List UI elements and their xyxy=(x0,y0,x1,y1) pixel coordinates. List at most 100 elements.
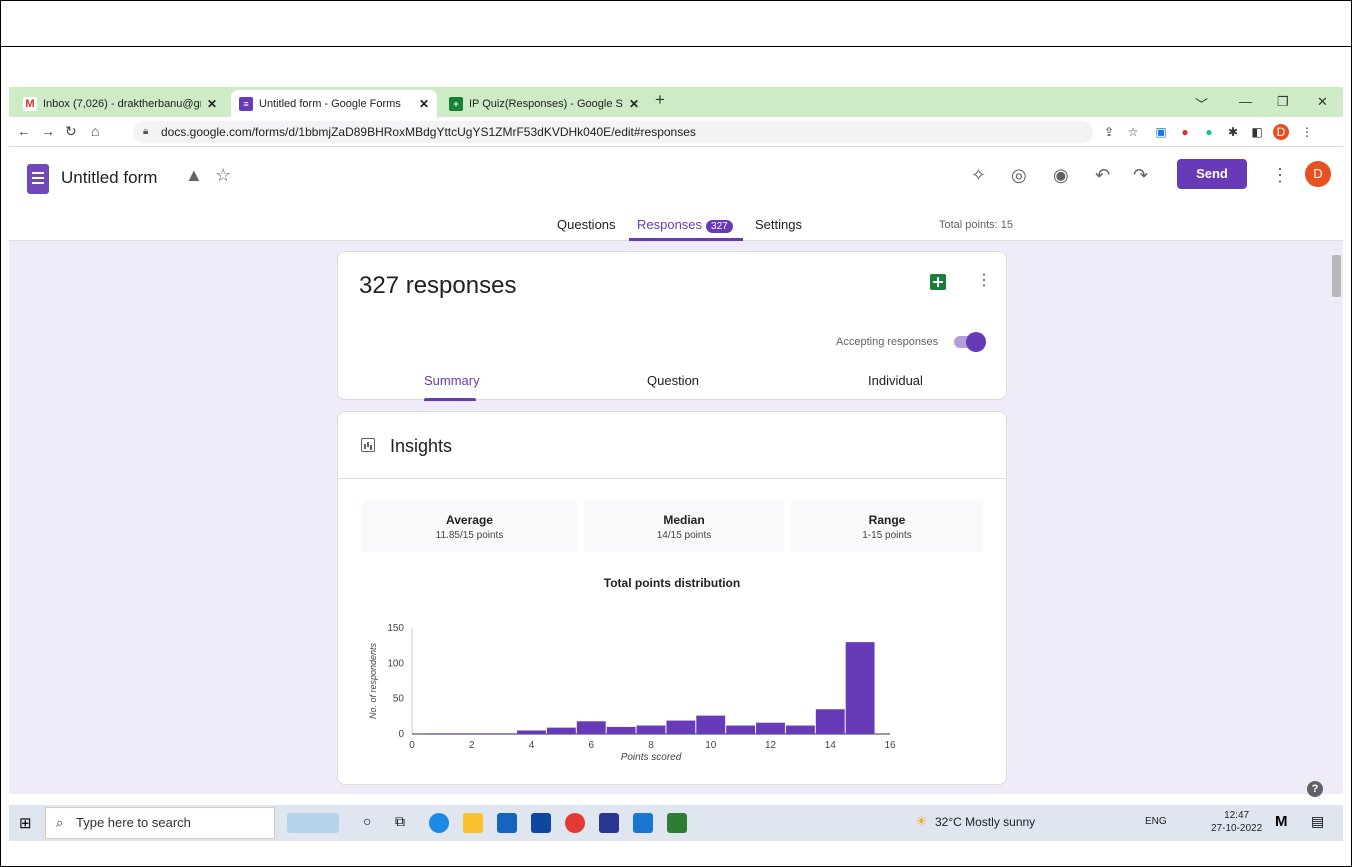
subtab-question[interactable]: Question xyxy=(647,373,699,388)
insights-header: Insights xyxy=(338,412,1006,479)
subtab-summary[interactable]: Summary xyxy=(424,373,480,388)
edge-icon[interactable] xyxy=(429,813,449,833)
palette-icon[interactable]: ◎ xyxy=(1011,165,1027,186)
stat-value: 1-15 points xyxy=(862,530,912,541)
more-options-icon[interactable]: ⋮ xyxy=(1271,165,1289,186)
weather-text[interactable]: 32°C Mostly sunny xyxy=(935,815,1035,829)
app-tray-icon[interactable]: M xyxy=(1275,813,1288,830)
tab-responses[interactable]: Responses 327 xyxy=(637,217,733,233)
move-to-folder-icon[interactable]: ▲ xyxy=(185,165,203,186)
weather-icon: ☀ xyxy=(915,813,928,829)
restore-icon[interactable]: ❐ xyxy=(1277,94,1289,110)
x-tick-label: 2 xyxy=(469,740,475,751)
responses-count-heading: 327 responses xyxy=(359,272,517,299)
close-icon[interactable]: ✕ xyxy=(207,97,217,111)
browser-tab-sheets[interactable]: + IP Quiz(Responses) - Google She ✕ xyxy=(441,90,647,117)
app-icon[interactable] xyxy=(599,813,619,833)
redo-icon[interactable]: ↷ xyxy=(1133,165,1148,186)
share-icon[interactable]: ⇪ xyxy=(1101,124,1117,140)
preview-eye-icon[interactable]: ◉ xyxy=(1053,165,1069,186)
top-band xyxy=(1,1,1351,47)
y-axis-label: No. of respondents xyxy=(368,642,378,719)
extension-icon[interactable]: ● xyxy=(1177,124,1193,140)
photos-icon[interactable] xyxy=(667,813,687,833)
histogram-bar xyxy=(726,725,756,734)
home-icon[interactable]: ⌂ xyxy=(91,123,99,139)
responses-card: 327 responses ⋮ Accepting responses Summ… xyxy=(337,251,1007,401)
word-icon[interactable] xyxy=(633,813,653,833)
windows-start-icon[interactable]: ⊞ xyxy=(19,814,32,832)
form-title[interactable]: Untitled form xyxy=(61,168,157,188)
close-window-icon[interactable]: ✕ xyxy=(1317,94,1328,110)
puzzle-icon[interactable]: ✱ xyxy=(1225,124,1241,140)
lock-icon: 🔒︎ xyxy=(143,126,149,137)
histogram-bar xyxy=(606,726,636,734)
grammarly-icon[interactable]: ● xyxy=(1201,124,1217,140)
sidepanel-icon[interactable]: ◧ xyxy=(1249,124,1265,140)
clock-date: 27-10-2022 xyxy=(1211,823,1263,834)
clock[interactable]: 12:47 27-10-2022 xyxy=(1211,809,1262,835)
x-tick-label: 10 xyxy=(705,740,717,751)
x-tick-label: 4 xyxy=(529,740,535,751)
forms-logo-icon[interactable] xyxy=(27,164,49,194)
addon-puzzle-icon[interactable]: ✧ xyxy=(971,165,986,186)
subtab-individual[interactable]: Individual xyxy=(868,373,923,388)
avatar[interactable]: D xyxy=(1305,161,1331,187)
mail-icon[interactable] xyxy=(531,813,551,833)
histogram-bar xyxy=(785,725,815,734)
stat-average: Average 11.85/15 points xyxy=(362,500,577,552)
language-indicator[interactable]: ENG xyxy=(1145,816,1167,827)
extension-icon[interactable]: ▣ xyxy=(1153,124,1169,140)
scrollbar-thumb[interactable] xyxy=(1332,255,1341,297)
back-icon[interactable]: ← xyxy=(17,123,31,139)
link-to-sheets-icon[interactable] xyxy=(930,274,946,290)
histogram-bar xyxy=(546,727,576,734)
clock-time: 12:47 xyxy=(1224,810,1250,821)
browser-tab-gmail[interactable]: M Inbox (7,026) - draktherbanu@gm ✕ xyxy=(15,90,225,117)
minimize-icon[interactable]: — xyxy=(1239,94,1252,109)
chrome-icon[interactable] xyxy=(565,813,585,833)
notifications-icon[interactable]: ▤ xyxy=(1311,813,1324,830)
close-icon[interactable]: ✕ xyxy=(629,97,639,111)
undo-icon[interactable]: ↶ xyxy=(1095,165,1110,186)
forward-icon[interactable]: → xyxy=(41,123,55,139)
store-icon[interactable] xyxy=(497,813,517,833)
close-icon[interactable]: ✕ xyxy=(419,97,429,111)
tab-responses-label: Responses xyxy=(637,217,703,232)
scrollbar[interactable] xyxy=(1329,241,1343,794)
histogram-bar xyxy=(576,721,606,734)
reload-icon[interactable]: ↻ xyxy=(65,123,77,140)
taskbar-search-input[interactable]: ⌕ Type here to search xyxy=(45,807,275,839)
tab-questions[interactable]: Questions xyxy=(557,217,616,232)
stat-label: Average xyxy=(446,513,493,527)
tab-settings[interactable]: Settings xyxy=(755,217,802,232)
browser-tab-forms[interactable]: ≡ Untitled form - Google Forms ✕ xyxy=(231,90,437,117)
send-button[interactable]: Send xyxy=(1177,159,1247,189)
help-icon[interactable]: ? xyxy=(1307,781,1323,797)
y-tick-label: 150 xyxy=(387,623,404,634)
screenshot-frame: M Inbox (7,026) - draktherbanu@gm ✕ ≡ Un… xyxy=(0,0,1352,867)
star-icon[interactable]: ☆ xyxy=(215,165,231,186)
file-explorer-icon[interactable] xyxy=(463,813,483,833)
accepting-responses-toggle[interactable] xyxy=(952,332,986,352)
new-tab-button[interactable]: + xyxy=(655,90,665,110)
url-field[interactable]: 🔒︎ docs.google.com/forms/d/1bbmjZaD89BHR… xyxy=(133,121,1093,143)
top-band-blank xyxy=(1,47,1351,87)
star-icon[interactable]: ☆ xyxy=(1125,124,1141,140)
more-options-icon[interactable]: ⋮ xyxy=(976,270,992,290)
insights-title: Insights xyxy=(390,436,453,456)
address-bar-row: ← → ↻ ⌂ 🔒︎ docs.google.com/forms/d/1bbmj… xyxy=(9,117,1343,147)
histogram-bar xyxy=(815,709,845,734)
stat-range: Range 1-15 points xyxy=(791,500,983,552)
profile-avatar[interactable]: D xyxy=(1273,124,1289,140)
histogram-bar xyxy=(457,733,487,734)
news-widget-icon[interactable] xyxy=(287,813,339,833)
cortana-icon[interactable]: ○ xyxy=(363,813,383,833)
chevron-down-icon[interactable]: ﹀ xyxy=(1195,94,1208,113)
points-distribution-chart: 0 50 100 150 0 2 4 6 8 10 12 14 16 Points scored No. o… xyxy=(368,623,896,763)
chart-title: Total points distribution xyxy=(603,576,741,590)
y-tick-label: 100 xyxy=(387,658,404,669)
menu-icon[interactable]: ⋮ xyxy=(1299,124,1315,140)
x-tick-label: 16 xyxy=(884,740,896,751)
task-view-icon[interactable]: ⧉ xyxy=(395,813,415,833)
